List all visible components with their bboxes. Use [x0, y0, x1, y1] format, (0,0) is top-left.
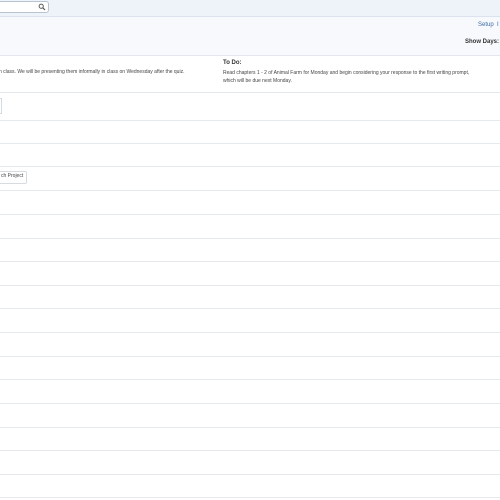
schedule-divider [0, 450, 500, 451]
todo-section: To Do: Read chapters 1 - 2 of Animal Far… [223, 59, 500, 85]
notes-row: n class. We will be presenting them info… [0, 56, 500, 93]
sub-header [0, 17, 500, 56]
show-days-label: Show Days: [465, 39, 500, 45]
schedule-divider [0, 166, 500, 167]
todo-heading: To Do: [223, 60, 242, 66]
search-icon[interactable] [38, 3, 46, 11]
planner-page: Setup I Show Days: n class. We will be p… [0, 0, 500, 500]
schedule-divider [0, 261, 500, 262]
top-header-bar [0, 0, 500, 17]
setup-link[interactable]: Setup [478, 22, 494, 28]
project-event[interactable]: ch Project [0, 171, 28, 184]
schedule-divider [0, 308, 500, 309]
schedule-divider [0, 427, 500, 428]
schedule-divider [0, 474, 500, 475]
schedule-divider [0, 332, 500, 333]
schedule-divider [0, 403, 500, 404]
schedule-divider [0, 214, 500, 215]
schedule-divider [0, 238, 500, 239]
search-input[interactable] [0, 1, 49, 13]
schedule-divider [0, 356, 500, 357]
schedule-divider [0, 285, 500, 286]
todo-text: Read chapters 1 - 2 of Animal Farm for M… [223, 69, 500, 85]
schedule-divider [0, 120, 500, 121]
schedule-divider [0, 497, 500, 498]
schedule-divider [0, 379, 500, 380]
todo-line-1: Read chapters 1 - 2 of Animal Farm for M… [223, 70, 470, 76]
class-note-text: n class. We will be presenting them info… [0, 69, 185, 75]
schedule-divider [0, 143, 500, 144]
schedule-divider [0, 190, 500, 191]
schedule-entry-box[interactable] [0, 98, 2, 114]
todo-line-2: which will be due next Monday. [223, 78, 292, 84]
header-extra-link[interactable]: I [497, 22, 499, 28]
